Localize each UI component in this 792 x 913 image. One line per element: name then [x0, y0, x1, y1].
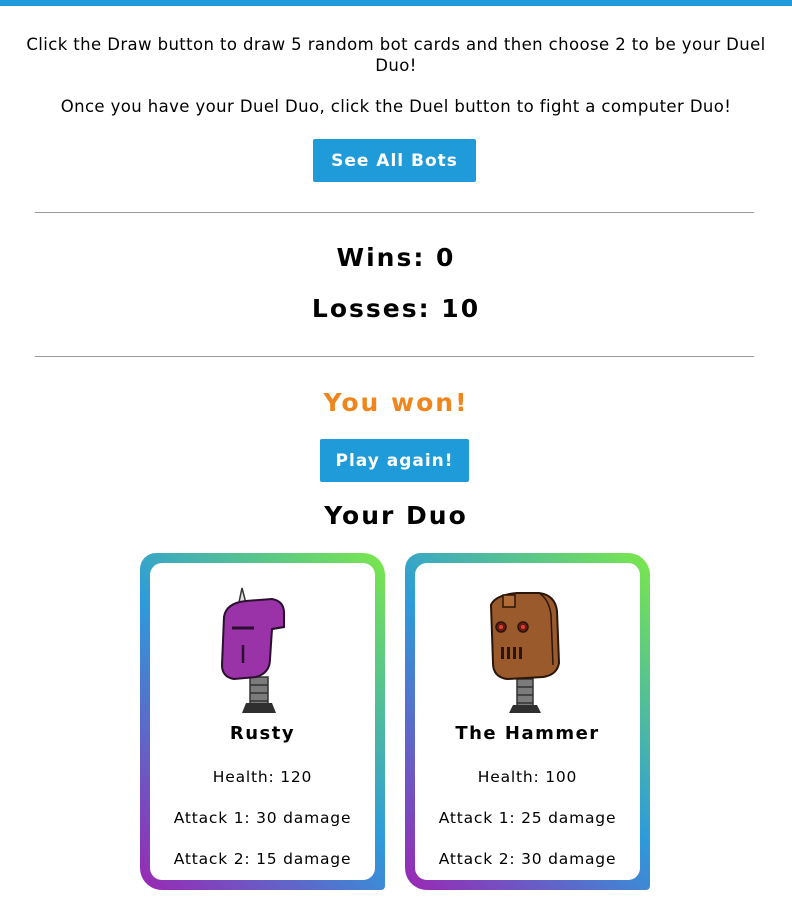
- divider-top: [35, 212, 754, 213]
- your-duo-heading: Your Duo: [324, 501, 468, 530]
- losses-count: Losses: 10: [311, 294, 481, 323]
- bot-attack-1: Attack 1: 30 damage: [173, 809, 352, 827]
- bot-card-the-hammer[interactable]: The Hammer Health: 100 Attack 1: 25 dama…: [405, 553, 650, 890]
- see-all-bots-button[interactable]: See All Bots: [313, 139, 476, 182]
- bot-attack-2: Attack 2: 30 damage: [438, 850, 617, 868]
- bot-card-body: The Hammer Health: 100 Attack 1: 25 dama…: [415, 563, 640, 880]
- brown-robot-head-icon: [489, 592, 561, 713]
- bot-name: Rusty: [229, 723, 296, 744]
- wins-count: Wins: 0: [336, 243, 456, 272]
- bot-health: Health: 100: [477, 768, 578, 786]
- instructions-line-2: Once you have your Duel Duo, click the D…: [60, 97, 732, 116]
- instructions: Click the Draw button to draw 5 random b…: [0, 34, 792, 117]
- top-accent-bar: [0, 0, 792, 6]
- bot-name: The Hammer: [455, 723, 600, 744]
- result-message: You won!: [323, 388, 469, 417]
- bot-health: Health: 120: [212, 768, 313, 786]
- instructions-line-1: Click the Draw button to draw 5 random b…: [26, 35, 766, 75]
- divider-bottom: [35, 356, 754, 357]
- bot-attack-2: Attack 2: 15 damage: [173, 850, 352, 868]
- play-again-button[interactable]: Play again!: [320, 439, 469, 482]
- bot-card-rusty[interactable]: Rusty Health: 120 Attack 1: 30 damage At…: [140, 553, 385, 890]
- purple-robot-head-icon: [220, 587, 285, 713]
- bot-attack-1: Attack 1: 25 damage: [438, 809, 617, 827]
- bot-card-body: Rusty Health: 120 Attack 1: 30 damage At…: [150, 563, 375, 880]
